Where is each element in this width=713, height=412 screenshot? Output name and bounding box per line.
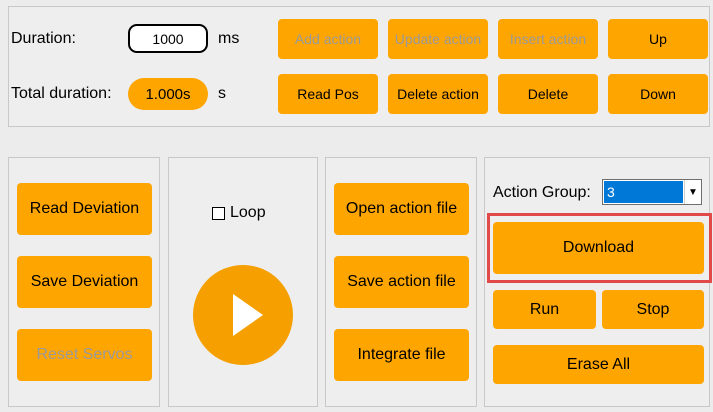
duration-unit: ms: [218, 30, 240, 47]
save-deviation-button[interactable]: Save Deviation: [17, 256, 152, 308]
reset-servos-button[interactable]: Reset Servos: [17, 329, 152, 381]
loop-label: Loop: [230, 204, 266, 221]
read-pos-button[interactable]: Read Pos: [278, 74, 378, 114]
integrate-file-button[interactable]: Integrate file: [334, 329, 469, 381]
play-button[interactable]: [193, 265, 293, 365]
delete-button[interactable]: Delete: [498, 74, 598, 114]
delete-action-button[interactable]: Delete action: [388, 74, 488, 114]
download-button[interactable]: Download: [493, 222, 704, 274]
action-group-label: Action Group:: [493, 184, 591, 201]
run-button[interactable]: Run: [493, 290, 596, 329]
erase-all-button[interactable]: Erase All: [493, 345, 704, 384]
play-icon: [233, 294, 263, 336]
down-button[interactable]: Down: [608, 74, 708, 114]
total-duration-label: Total duration:: [11, 85, 112, 102]
open-action-file-button[interactable]: Open action file: [334, 183, 469, 235]
insert-action-button[interactable]: Insert action: [498, 19, 598, 59]
action-group-selected-value: 3: [604, 181, 683, 203]
action-group-select[interactable]: 3 ▼: [602, 179, 702, 205]
save-action-file-button[interactable]: Save action file: [334, 256, 469, 308]
total-duration-value: 1.000s: [128, 78, 208, 110]
stop-button[interactable]: Stop: [602, 290, 704, 329]
total-duration-unit: s: [218, 85, 226, 102]
loop-checkbox[interactable]: Loop: [212, 204, 266, 222]
add-action-button[interactable]: Add action: [278, 19, 378, 59]
read-deviation-button[interactable]: Read Deviation: [17, 183, 152, 235]
duration-label: Duration:: [11, 30, 76, 47]
loop-checkbox-box[interactable]: [212, 206, 225, 220]
duration-input[interactable]: 1000: [128, 24, 208, 53]
update-action-button[interactable]: Update action: [388, 19, 488, 59]
chevron-down-icon[interactable]: ▼: [684, 180, 701, 204]
up-button[interactable]: Up: [608, 19, 708, 59]
